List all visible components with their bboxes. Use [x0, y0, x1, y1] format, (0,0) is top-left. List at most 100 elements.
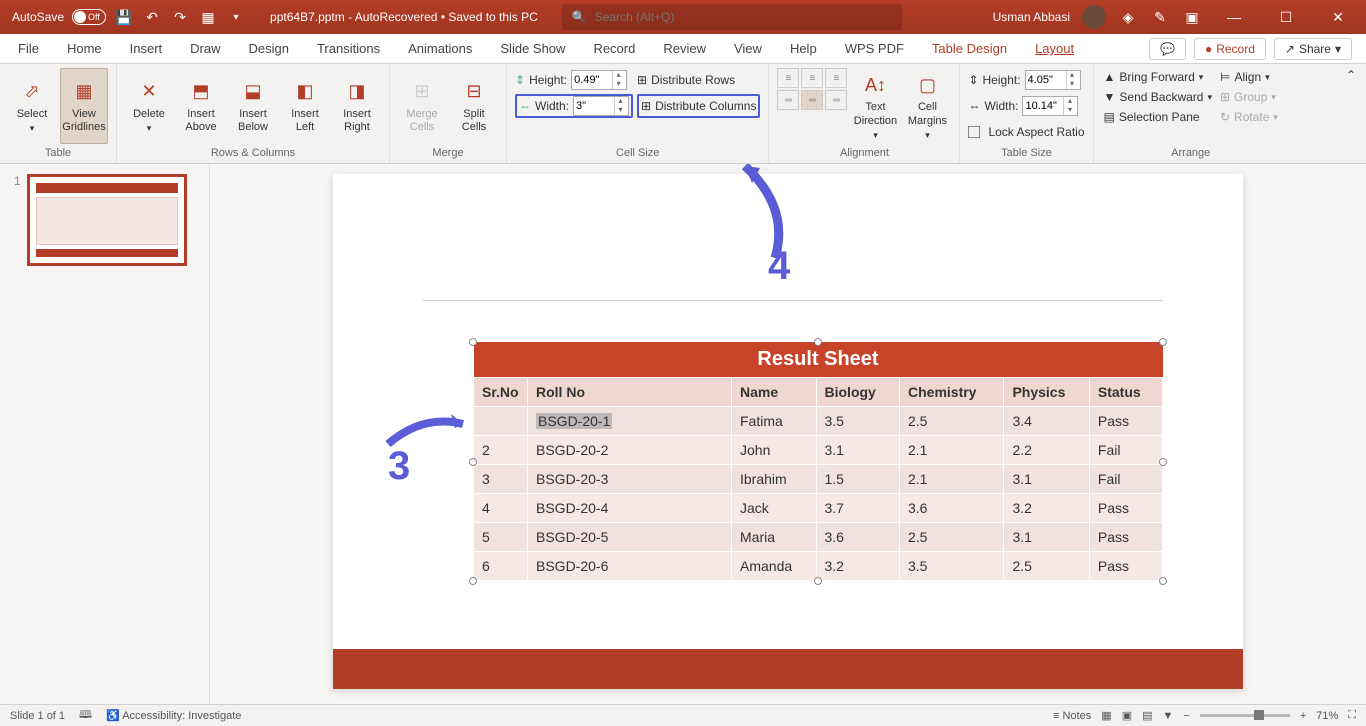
record-button[interactable]: ● Record — [1194, 38, 1266, 60]
autosave-toggle[interactable]: Off — [72, 9, 106, 25]
close-button[interactable]: ✕ — [1318, 0, 1358, 34]
tbl-height-input[interactable] — [1026, 71, 1066, 89]
save-icon[interactable]: 💾 — [114, 7, 134, 27]
table-cell[interactable]: 2 — [474, 436, 528, 465]
tab-layout[interactable]: Layout — [1023, 35, 1086, 62]
redo-icon[interactable]: ↷ — [170, 7, 190, 27]
tab-help[interactable]: Help — [778, 35, 829, 62]
avatar[interactable] — [1082, 5, 1106, 29]
align-right-button[interactable]: ≡ — [825, 68, 847, 88]
table-title-cell[interactable]: Result Sheet — [474, 342, 1163, 378]
table-cell[interactable]: 4 — [474, 494, 528, 523]
zoom-knob[interactable] — [1254, 710, 1264, 720]
cell-margins-button[interactable]: ▢Cell Margins▾ — [903, 68, 951, 144]
table-cell[interactable]: Fail — [1089, 465, 1162, 494]
selection-handle[interactable] — [1159, 458, 1167, 466]
collapse-ribbon-button[interactable]: ⌃ — [1336, 64, 1366, 163]
insert-below-button[interactable]: ⬓Insert Below — [229, 68, 277, 144]
table-cell[interactable]: 3.6 — [816, 523, 900, 552]
align-top-button[interactable]: ═ — [777, 90, 799, 110]
distribute-columns-button[interactable]: ⊞ Distribute Columns — [637, 94, 760, 118]
select-button[interactable]: ⬀Select▾ — [8, 68, 56, 144]
table-cell[interactable]: Pass — [1089, 523, 1162, 552]
table-row[interactable]: 2BSGD-20-2John3.12.12.2Fail — [474, 436, 1163, 465]
table-cell[interactable]: 3.2 — [1004, 494, 1089, 523]
maximize-button[interactable]: ☐ — [1266, 0, 1306, 34]
table-cell[interactable]: 3.4 — [1004, 407, 1089, 436]
insert-right-button[interactable]: ◨Insert Right — [333, 68, 381, 144]
tab-transitions[interactable]: Transitions — [305, 35, 392, 62]
pen-icon[interactable]: ✎ — [1150, 7, 1170, 27]
table-cell[interactable]: Amanda — [732, 552, 817, 581]
tbl-width-input[interactable] — [1023, 97, 1063, 115]
table-cell[interactable]: BSGD-20-3 — [528, 465, 732, 494]
table-cell[interactable]: 2.5 — [900, 523, 1004, 552]
tab-animations[interactable]: Animations — [396, 35, 484, 62]
table-cell[interactable]: 3.5 — [816, 407, 900, 436]
ribbon-mode-icon[interactable]: ▣ — [1182, 7, 1202, 27]
header-biology[interactable]: Biology — [816, 378, 900, 407]
table-cell[interactable]: Pass — [1089, 494, 1162, 523]
send-backward-button[interactable]: ▼Send Backward▾ — [1102, 88, 1214, 106]
table-cell[interactable]: John — [732, 436, 817, 465]
accessibility-status[interactable]: ♿ Accessibility: Investigate — [106, 709, 241, 722]
tab-home[interactable]: Home — [55, 35, 114, 62]
table-cell[interactable]: Fail — [1089, 436, 1162, 465]
table-row[interactable]: BSGD-20-1Fatima3.52.53.4Pass — [474, 407, 1163, 436]
header-chemistry[interactable]: Chemistry — [900, 378, 1004, 407]
table-cell[interactable]: 2.2 — [1004, 436, 1089, 465]
zoom-slider[interactable] — [1200, 714, 1290, 717]
present-icon[interactable]: ▦ — [198, 7, 218, 27]
selection-handle[interactable] — [469, 577, 477, 585]
notes-button[interactable]: ≡ Notes — [1053, 710, 1091, 722]
header-name[interactable]: Name — [732, 378, 817, 407]
minimize-button[interactable]: — — [1214, 0, 1254, 34]
view-gridlines-button[interactable]: ▦View Gridlines — [60, 68, 108, 144]
cell-height-input[interactable] — [572, 71, 612, 89]
comments-button[interactable]: 💬 — [1149, 38, 1186, 60]
spin-down-icon[interactable]: ▾ — [1066, 80, 1078, 89]
table-cell[interactable]: Pass — [1089, 552, 1162, 581]
zoom-percent[interactable]: 71% — [1316, 710, 1338, 722]
table-cell[interactable]: 2.5 — [900, 407, 1004, 436]
table-cell[interactable]: 1.5 — [816, 465, 900, 494]
table-header-row[interactable]: Sr.No Roll No Name Biology Chemistry Phy… — [474, 378, 1163, 407]
tab-draw[interactable]: Draw — [178, 35, 232, 62]
table-cell[interactable]: BSGD-20-6 — [528, 552, 732, 581]
table-cell[interactable]: 3.1 — [816, 436, 900, 465]
tbl-height-spinner[interactable]: ▴▾ — [1025, 70, 1081, 90]
tab-tabledesign[interactable]: Table Design — [920, 35, 1019, 62]
cell-height-spinner[interactable]: ▴▾ — [571, 70, 627, 90]
table-cell[interactable]: 3.2 — [816, 552, 900, 581]
selection-pane-button[interactable]: ▤Selection Pane — [1102, 108, 1214, 126]
table-cell[interactable]: 3 — [474, 465, 528, 494]
cell-width-input[interactable] — [574, 97, 614, 115]
table-row[interactable]: 3BSGD-20-3Ibrahim1.52.13.1Fail — [474, 465, 1163, 494]
table-object[interactable]: Result Sheet Sr.No Roll No Name Biology … — [473, 342, 1163, 581]
header-srno[interactable]: Sr.No — [474, 378, 528, 407]
table-cell[interactable]: Pass — [1089, 407, 1162, 436]
table-cell[interactable]: 2.1 — [900, 436, 1004, 465]
lock-aspect-checkbox[interactable]: Lock Aspect Ratio — [968, 120, 1084, 144]
fit-window-button[interactable]: ⛶ — [1348, 709, 1356, 722]
spin-down-icon[interactable]: ▾ — [614, 106, 626, 115]
table-cell[interactable]: Maria — [732, 523, 817, 552]
table-cell[interactable]: 2.1 — [900, 465, 1004, 494]
table-cell[interactable]: BSGD-20-4 — [528, 494, 732, 523]
zoom-out-button[interactable]: − — [1183, 710, 1189, 722]
insert-left-button[interactable]: ◧Insert Left — [281, 68, 329, 144]
diamond-icon[interactable]: ◈ — [1118, 7, 1138, 27]
align-bottom-button[interactable]: ═ — [825, 90, 847, 110]
spin-down-icon[interactable]: ▾ — [612, 80, 624, 89]
selection-handle[interactable] — [814, 338, 822, 346]
table-cell[interactable]: Jack — [732, 494, 817, 523]
table-cell[interactable]: 3.1 — [1004, 523, 1089, 552]
tab-slideshow[interactable]: Slide Show — [488, 35, 577, 62]
qat-more-icon[interactable]: ▾ — [226, 7, 246, 27]
delete-button[interactable]: ✕Delete▾ — [125, 68, 173, 144]
sorter-view-button[interactable]: ▣ — [1122, 709, 1132, 722]
slide-thumbnail-1[interactable] — [27, 174, 187, 266]
search-input[interactable] — [595, 10, 892, 24]
header-rollno[interactable]: Roll No — [528, 378, 732, 407]
table-body[interactable]: BSGD-20-1Fatima3.52.53.4Pass2BSGD-20-2Jo… — [474, 407, 1163, 581]
